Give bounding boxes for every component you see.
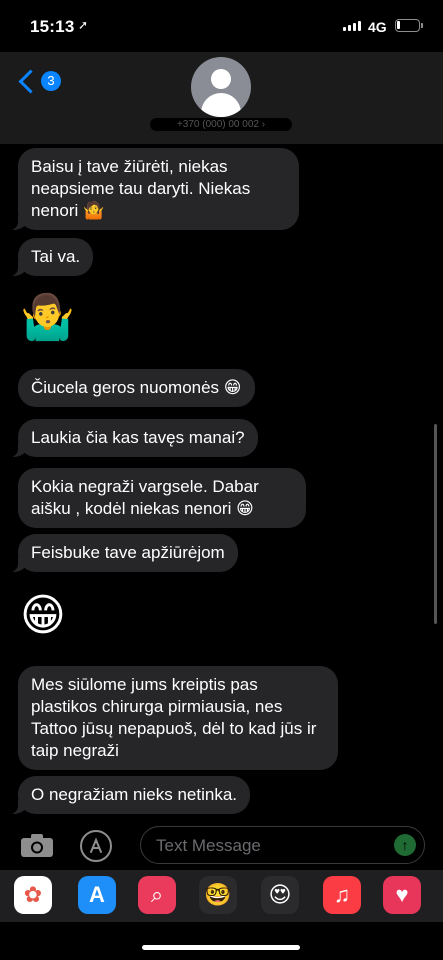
message-bubble[interactable]: Laukia čia kas tavęs manai? [10,419,258,457]
status-bar: 15:13 ➚ 4G [0,0,443,52]
message-bubble[interactable]: Kokia negraži vargsele. Dabar aišku , ko… [18,468,306,528]
message-bubble[interactable]: Čiucela geros nuomonės 😁 [18,369,255,407]
message-thread[interactable]: Baisu į tave žiūrėti, niekas neapsieme t… [0,144,443,820]
message-bubble[interactable]: Baisu į tave žiūrėti, niekas neapsieme t… [10,148,299,230]
message-bubble[interactable]: O negražiam nieks netinka. [10,776,250,814]
signal-strength-icon [343,21,361,31]
location-arrow-icon: ➚ [78,18,89,32]
home-indicator[interactable] [142,945,300,950]
scrollbar[interactable] [434,424,437,624]
memoji-stickers-app-icon[interactable]: 😍 [261,876,299,914]
camera-icon[interactable] [20,834,54,858]
back-button[interactable]: 3 [16,68,61,94]
message-input[interactable]: Text Message ↑ [140,826,425,864]
contact-avatar[interactable] [191,57,251,117]
imessage-app-drawer: ✿ A ⌕ 🤓 😍 ♫ ♥ [0,870,443,922]
photos-app-icon[interactable]: ✿ [14,876,52,914]
conversation-header: 3 +370 (000) 00 002 › [0,52,443,144]
network-type: 4G [368,19,387,35]
composer-bar: Text Message ↑ [0,820,443,870]
status-time: 15:13 [30,17,75,36]
battery-icon [395,19,423,32]
message-bubble[interactable]: Tai va. [9,238,94,276]
emoji-message[interactable]: 🤷‍♂️ [20,294,75,342]
music-app-icon[interactable]: ♫ [323,876,361,914]
emoji-message[interactable]: 😁 [20,592,66,640]
digital-touch-app-icon[interactable]: ♥ [383,876,421,914]
unread-count-badge: 3 [41,71,61,91]
message-bubble[interactable]: Feisbuke tave apžiūrėjom [10,534,238,572]
memoji-app-icon[interactable]: 🤓 [199,876,237,914]
app-store-app-icon[interactable]: A [78,876,116,914]
send-button[interactable]: ↑ [394,834,416,856]
chevron-left-icon [18,68,43,94]
message-input-placeholder: Text Message [156,836,261,855]
app-store-icon[interactable] [80,830,112,862]
message-bubble[interactable]: Mes siūlome jums kreiptis pas plastikos … [18,666,338,770]
contact-name-redacted[interactable]: +370 (000) 00 002 › [150,118,292,131]
images-search-app-icon[interactable]: ⌕ [138,876,176,914]
